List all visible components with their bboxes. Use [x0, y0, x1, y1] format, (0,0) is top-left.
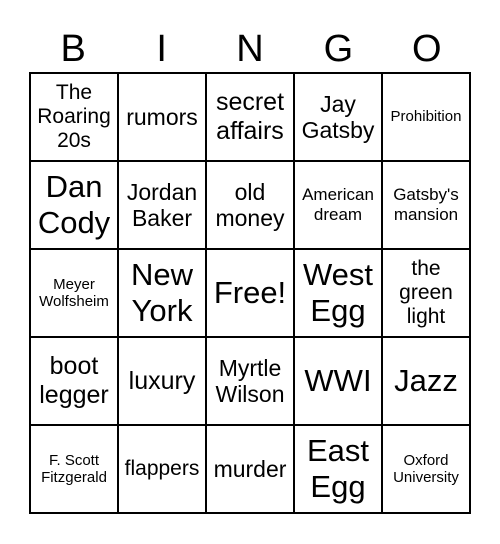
bingo-cell[interactable]: Dan Cody: [30, 161, 118, 249]
bingo-cell[interactable]: West Egg: [294, 249, 382, 337]
bingo-cell[interactable]: Gatsby's mansion: [382, 161, 470, 249]
bingo-header: B I N G O: [29, 26, 471, 72]
bingo-cell[interactable]: East Egg: [294, 425, 382, 513]
bingo-cell[interactable]: luxury: [118, 337, 206, 425]
bingo-grid: The Roaring 20s rumors secret affairs Ja…: [29, 72, 471, 514]
header-letter-i: I: [156, 28, 167, 70]
bingo-cell[interactable]: Oxford University: [382, 425, 470, 513]
bingo-cell[interactable]: WWI: [294, 337, 382, 425]
free-space-cell[interactable]: Free!: [206, 249, 294, 337]
header-letter-o: O: [412, 28, 442, 70]
bingo-cell[interactable]: Myrtle Wilson: [206, 337, 294, 425]
header-letter-b: B: [60, 28, 86, 70]
bingo-cell[interactable]: Jazz: [382, 337, 470, 425]
bingo-cell[interactable]: murder: [206, 425, 294, 513]
bingo-cell[interactable]: old money: [206, 161, 294, 249]
bingo-cell[interactable]: boot legger: [30, 337, 118, 425]
header-letter-n: N: [236, 28, 264, 70]
bingo-cell[interactable]: the green light: [382, 249, 470, 337]
bingo-cell[interactable]: American dream: [294, 161, 382, 249]
bingo-cell[interactable]: Prohibition: [382, 73, 470, 161]
bingo-cell[interactable]: F. Scott Fitzgerald: [30, 425, 118, 513]
bingo-cell[interactable]: Jay Gatsby: [294, 73, 382, 161]
header-letter-g: G: [323, 28, 354, 70]
bingo-cell[interactable]: The Roaring 20s: [30, 73, 118, 161]
bingo-cell[interactable]: secret affairs: [206, 73, 294, 161]
bingo-cell[interactable]: Meyer Wolfsheim: [30, 249, 118, 337]
bingo-cell[interactable]: New York: [118, 249, 206, 337]
bingo-cell[interactable]: Jordan Baker: [118, 161, 206, 249]
bingo-cell[interactable]: flappers: [118, 425, 206, 513]
bingo-cell[interactable]: rumors: [118, 73, 206, 161]
